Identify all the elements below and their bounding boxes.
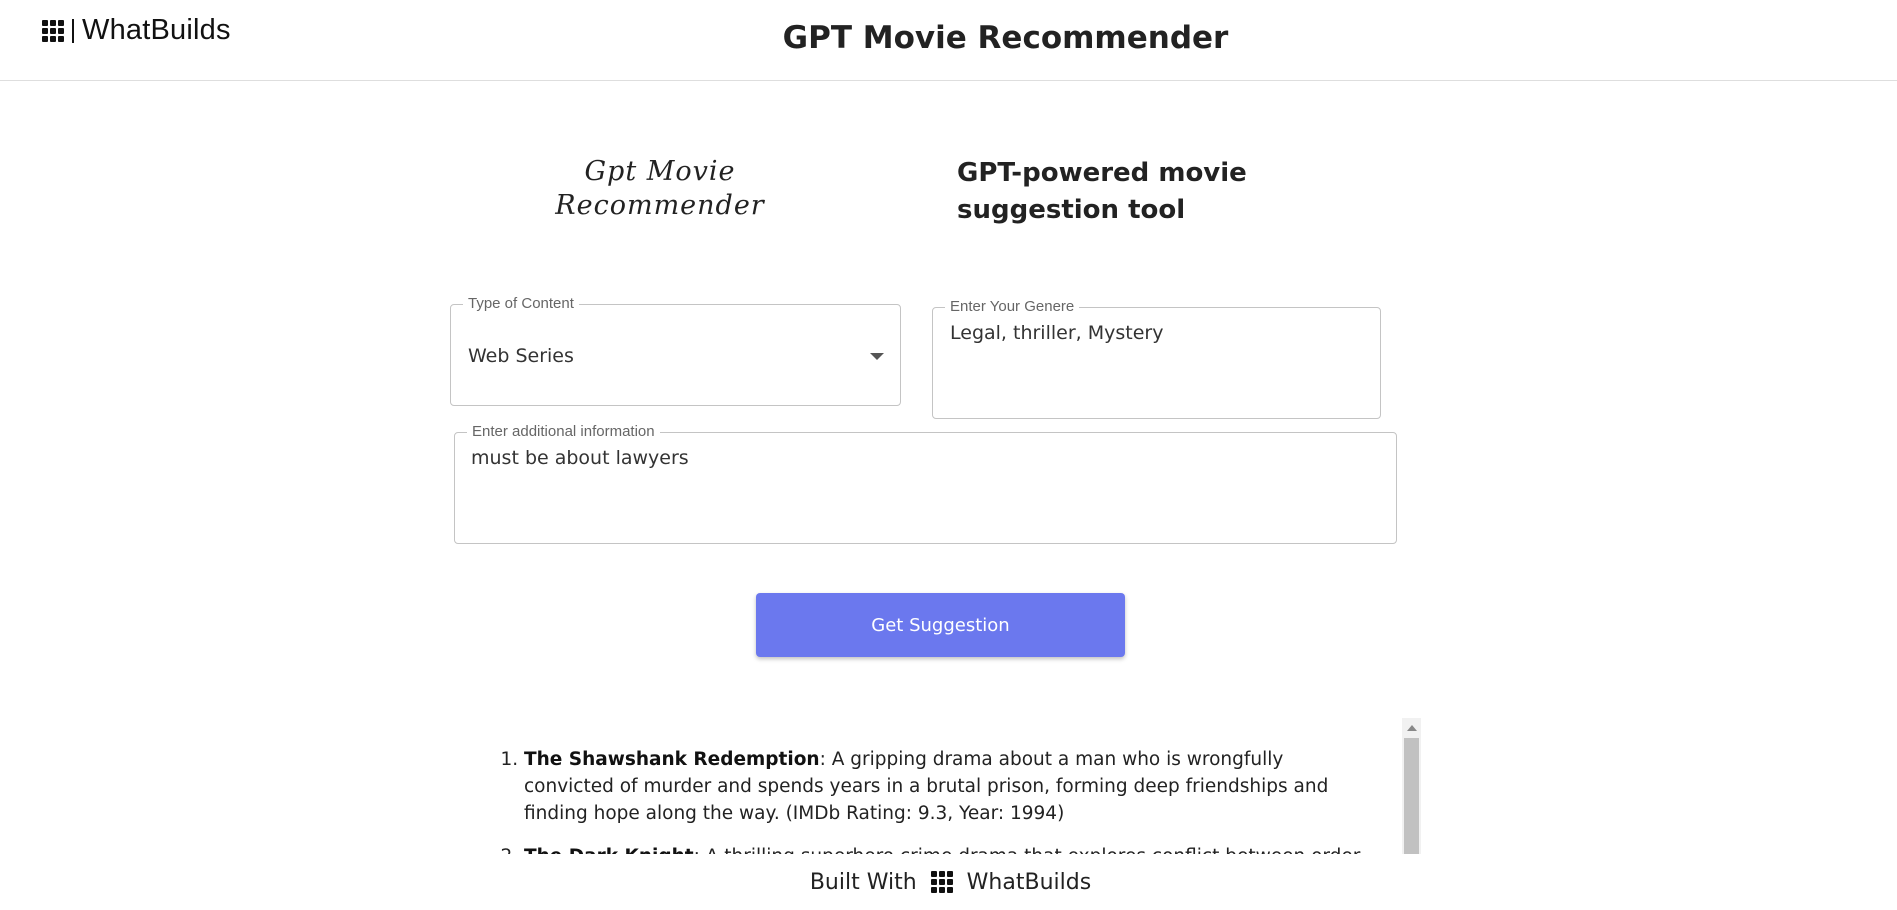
grid-logo-icon (930, 871, 953, 893)
additional-info-value[interactable]: must be about lawyers (471, 447, 689, 469)
content-type-value: Web Series (468, 345, 574, 367)
dropdown-arrow-icon[interactable] (870, 353, 884, 360)
list-item: The Shawshank Redemption: A gripping dra… (524, 746, 1371, 827)
brand-divider (72, 18, 74, 43)
app-logo-text: Gpt Movie Recommender (555, 156, 765, 221)
scrollbar-thumb[interactable] (1404, 738, 1419, 854)
grid-logo-icon (42, 19, 64, 42)
content-type-label: Type of Content (463, 295, 579, 313)
genre-input[interactable]: Enter Your Genere Legal, thriller, Myste… (932, 298, 1381, 419)
footer-brand-link[interactable]: WhatBuilds (967, 870, 1092, 895)
footer-built-with: Built With (809, 869, 917, 895)
app-tagline: GPT-powered movie suggestion tool (957, 158, 1247, 225)
footer: Built With WhatBuilds (0, 854, 1897, 910)
scroll-up-arrow-icon[interactable] (1407, 725, 1417, 731)
content-type-select[interactable]: Type of Content Web Series (450, 295, 901, 406)
result-title: The Shawshank Redemption (524, 749, 820, 770)
genre-value[interactable]: Legal, thriller, Mystery (950, 322, 1163, 344)
additional-info-label: Enter additional information (467, 423, 660, 441)
results-panel[interactable]: The Shawshank Redemption: A gripping dra… (480, 718, 1421, 854)
top-header: WhatBuilds GPT Movie Recommender (0, 0, 1897, 81)
additional-info-input[interactable]: Enter additional information must be abo… (454, 423, 1397, 544)
list-item: The Dark Knight: A thrilling superhero c… (524, 843, 1371, 854)
get-suggestion-button[interactable]: Get Suggestion (756, 593, 1125, 657)
results-scrollbar[interactable] (1402, 718, 1421, 854)
genre-label: Enter Your Genere (945, 298, 1080, 316)
results-list: The Shawshank Redemption: A gripping dra… (480, 746, 1401, 854)
result-title: The Dark Knight (524, 846, 694, 854)
page-title: GPT Movie Recommender (782, 20, 1229, 56)
